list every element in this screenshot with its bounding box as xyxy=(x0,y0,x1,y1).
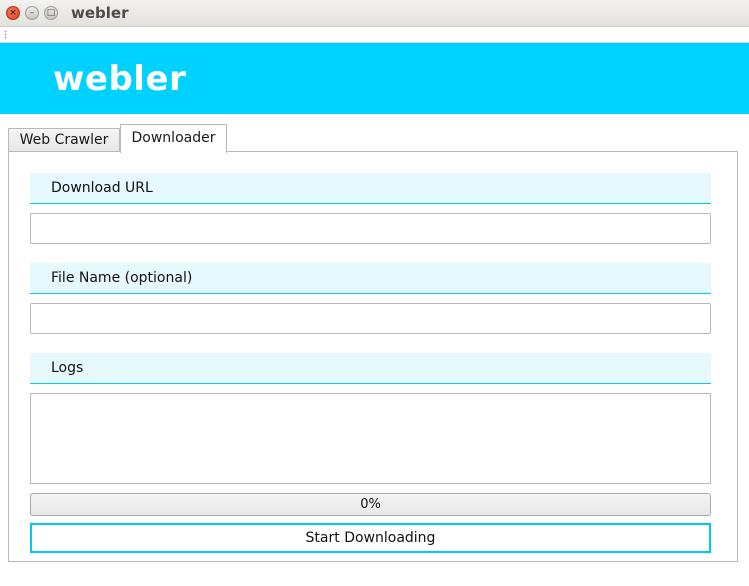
close-window-button[interactable]: × xyxy=(6,6,20,20)
toolbar-grip xyxy=(0,27,749,43)
file-name-label: File Name (optional) xyxy=(30,263,711,294)
window-title: webler xyxy=(71,4,129,22)
maximize-window-button[interactable]: □ xyxy=(44,6,58,20)
tab-web-crawler[interactable]: Web Crawler xyxy=(8,128,120,152)
download-url-label: Download URL xyxy=(30,173,711,204)
download-progress-bar: 0% xyxy=(30,493,711,516)
download-url-input[interactable] xyxy=(30,213,711,244)
start-downloading-button[interactable]: Start Downloading xyxy=(30,523,711,553)
app-banner: webler xyxy=(0,43,749,114)
logs-label: Logs xyxy=(30,353,711,384)
progress-text: 0% xyxy=(360,497,381,512)
logs-textarea[interactable] xyxy=(30,393,711,484)
brand-logo-text: webler xyxy=(53,59,187,99)
window-titlebar: × – □ webler xyxy=(0,0,749,27)
minimize-window-button[interactable]: – xyxy=(25,6,39,20)
minimize-icon: – xyxy=(29,8,35,18)
tab-downloader[interactable]: Downloader xyxy=(120,124,227,153)
file-name-input[interactable] xyxy=(30,303,711,334)
maximize-icon: □ xyxy=(46,8,56,18)
close-icon: × xyxy=(9,8,17,18)
grip-handle-icon[interactable] xyxy=(4,30,7,40)
